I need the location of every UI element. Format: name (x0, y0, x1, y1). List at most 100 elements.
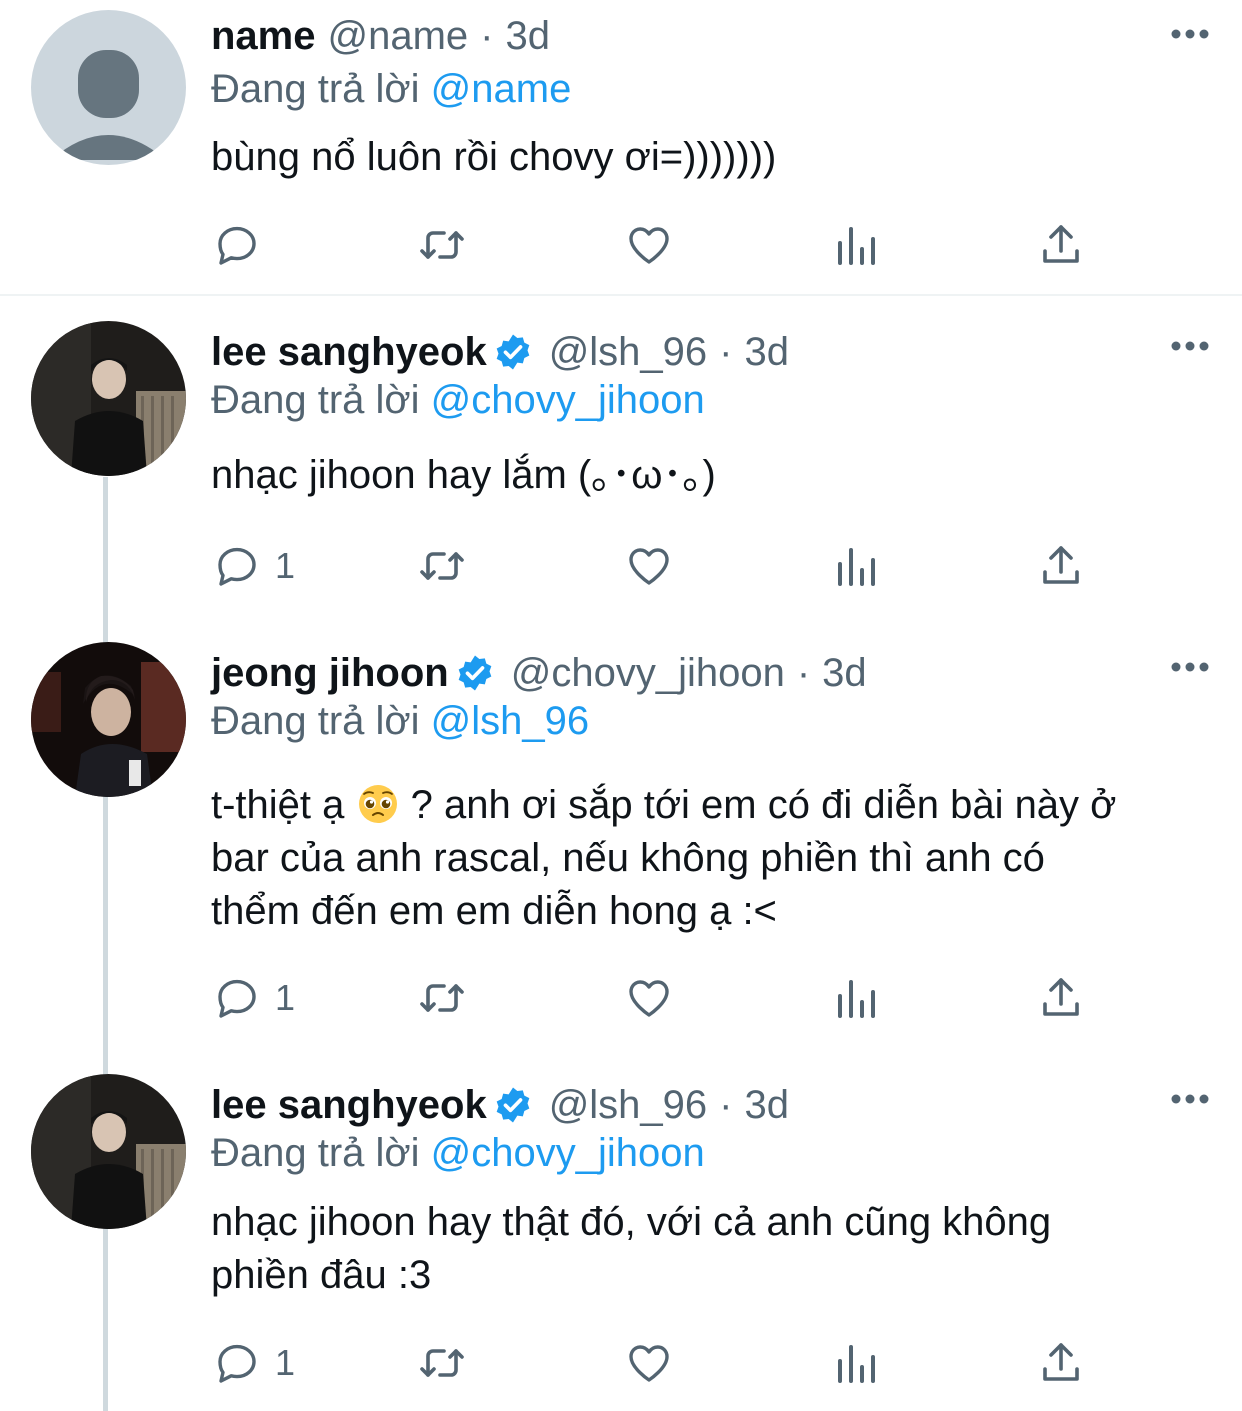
retweet-icon (418, 1339, 466, 1387)
tweet-text: nhạc jihoon hay lắm (｡･ω･｡) (211, 449, 1221, 502)
share-button[interactable] (1037, 968, 1085, 1028)
like-button[interactable] (625, 215, 673, 275)
reply-button[interactable]: 1 (213, 968, 295, 1028)
analytics-button[interactable] (832, 536, 880, 596)
share-button[interactable] (1037, 1333, 1085, 1393)
analytics-icon (832, 542, 880, 590)
avatar[interactable] (31, 10, 186, 165)
replying-to: Đang trả lời @chovy_jihoon (211, 1126, 705, 1180)
tweet-1[interactable]: lee sanghyeok @lsh_96 · 3d Đang trả lời … (0, 296, 1242, 626)
replying-prefix: Đang trả lời (211, 67, 420, 111)
separator-dot: · (719, 1083, 733, 1127)
retweet-button[interactable] (418, 536, 466, 596)
retweet-icon (418, 542, 466, 590)
avatar[interactable] (31, 1074, 186, 1229)
more-options-button[interactable] (1168, 14, 1212, 58)
replying-mention-link[interactable]: @chovy_jihoon (431, 1131, 705, 1175)
share-icon (1037, 1339, 1085, 1387)
display-name[interactable]: name (211, 6, 316, 66)
tweet-2[interactable]: jeong jihoon @chovy_jihoon · 3d Đang trả… (0, 626, 1242, 1058)
timestamp[interactable]: 3d (745, 322, 790, 382)
like-button[interactable] (625, 968, 673, 1028)
like-icon (625, 974, 673, 1022)
tweet-text: nhạc jihoon hay thật đó, với cả anh cũng… (211, 1196, 1221, 1302)
replying-to: Đang trả lời @lsh_96 (211, 694, 589, 748)
avatar[interactable] (31, 642, 186, 797)
like-icon (625, 1339, 673, 1387)
verified-badge-icon (493, 332, 533, 372)
avatar[interactable] (31, 321, 186, 476)
user-handle[interactable]: @name (328, 6, 469, 66)
tweet-text-line: nhạc jihoon hay lắm (｡･ω･｡) (211, 453, 716, 497)
reply-button[interactable] (213, 215, 275, 275)
reply-button[interactable]: 1 (213, 536, 295, 596)
verified-badge-icon (493, 1085, 533, 1125)
analytics-icon (832, 974, 880, 1022)
action-bar (0, 215, 1242, 275)
replying-to: Đang trả lời @chovy_jihoon (211, 373, 705, 427)
tweet-text-line: phiền đâu :3 (211, 1253, 432, 1297)
reply-icon (213, 542, 261, 590)
separator-dot: · (719, 330, 733, 374)
reply-icon (213, 974, 261, 1022)
tweet-text: t-thiệt ạ ? anh ơi sắp tới em có đi diễn… (211, 779, 1221, 938)
more-options-button[interactable] (1168, 326, 1212, 370)
action-bar: 1 (0, 968, 1242, 1028)
replying-mention-link[interactable]: @lsh_96 (431, 699, 589, 743)
more-options-button[interactable] (1168, 647, 1212, 691)
share-icon (1037, 221, 1085, 269)
more-options-button[interactable] (1168, 1079, 1212, 1123)
tweet-text-segment: t-thiệt ạ (211, 783, 345, 827)
tweet-text-line: bar của anh rascal, nếu không phiền thì … (211, 836, 1045, 880)
action-bar: 1 (0, 536, 1242, 596)
analytics-button[interactable] (832, 968, 880, 1028)
like-button[interactable] (625, 536, 673, 596)
replying-mention-link[interactable]: @name (431, 67, 572, 111)
analytics-button[interactable] (832, 1333, 880, 1393)
replying-prefix: Đang trả lời (211, 699, 420, 743)
share-button[interactable] (1037, 536, 1085, 596)
more-icon (1170, 339, 1210, 357)
replying-to: Đang trả lời @name (211, 62, 571, 116)
timestamp[interactable]: 3d (822, 643, 867, 703)
reply-count: 1 (275, 1342, 296, 1383)
separator-dot: · (796, 651, 811, 695)
like-button[interactable] (625, 1333, 673, 1393)
reply-count: 1 (275, 977, 296, 1018)
retweet-button[interactable] (418, 968, 466, 1028)
analytics-icon (832, 1339, 880, 1387)
retweet-button[interactable] (418, 215, 466, 275)
like-icon (625, 542, 673, 590)
timestamp[interactable]: 3d (506, 6, 551, 66)
share-icon (1037, 542, 1085, 590)
analytics-button[interactable] (832, 215, 880, 275)
reply-count: 1 (275, 545, 296, 586)
action-bar: 1 (0, 1333, 1242, 1393)
reply-button[interactable]: 1 (213, 1333, 295, 1393)
pleading-face-emoji (356, 782, 400, 826)
separator-dot: · (480, 14, 494, 58)
tweet-0[interactable]: name @name · 3d Đang trả lời @name bùng … (0, 0, 1242, 296)
share-icon (1037, 974, 1085, 1022)
tweet-3[interactable]: lee sanghyeok @lsh_96 · 3d Đang trả lời … (0, 1058, 1242, 1411)
verified-badge-icon (455, 653, 495, 693)
tweet-text-line: nhạc jihoon hay thật đó, với cả anh cũng… (211, 1200, 1052, 1244)
analytics-icon (832, 221, 880, 269)
timestamp[interactable]: 3d (745, 1075, 790, 1135)
tweet-text: bùng nổ luôn rồi chovy ơi=))))))) (211, 131, 1221, 184)
replying-prefix: Đang trả lời (211, 1131, 420, 1175)
retweet-icon (418, 221, 466, 269)
replying-mention-link[interactable]: @chovy_jihoon (431, 378, 705, 422)
like-icon (625, 221, 673, 269)
more-icon (1170, 27, 1210, 45)
retweet-button[interactable] (418, 1333, 466, 1393)
share-button[interactable] (1037, 215, 1085, 275)
tweet-text-line: thểm đến em em diễn hong ạ :< (211, 889, 777, 933)
more-icon (1170, 1092, 1210, 1110)
tweet-header: name @name · 3d (211, 6, 550, 66)
retweet-icon (418, 974, 466, 1022)
reply-icon (213, 221, 261, 269)
more-icon (1170, 660, 1210, 678)
tweet-text-segment: ? anh ơi sắp tới em có đi diễn bài này ở (410, 783, 1117, 827)
reply-icon (213, 1339, 261, 1387)
